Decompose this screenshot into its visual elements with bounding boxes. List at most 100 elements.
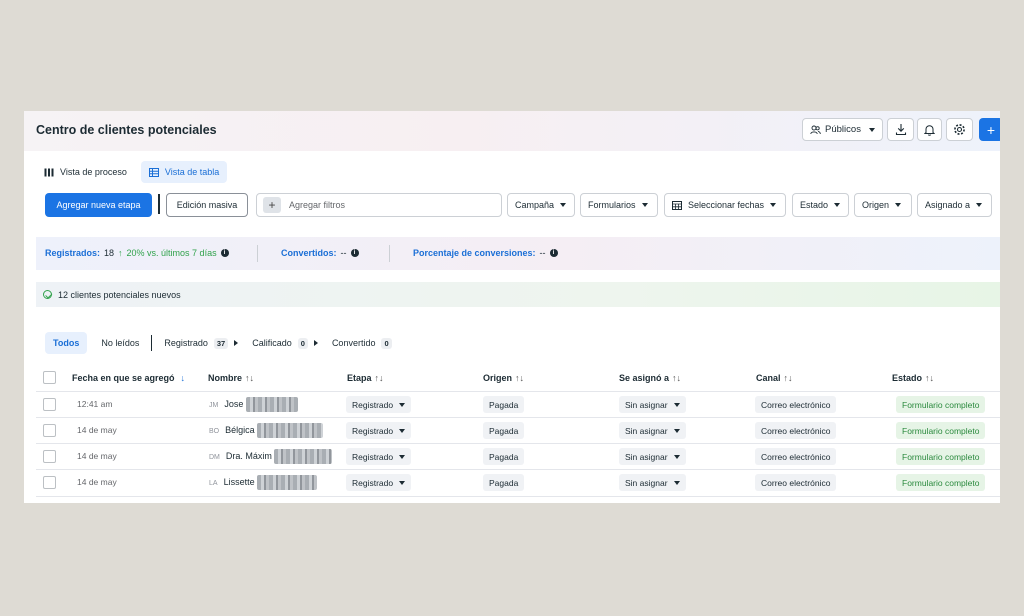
redacted-name-blur bbox=[257, 423, 324, 438]
tabs-divider bbox=[151, 335, 153, 351]
settings-button[interactable] bbox=[946, 118, 973, 141]
assignee-select[interactable]: Sin asignar bbox=[619, 396, 686, 413]
stage-select[interactable]: Registrado bbox=[346, 448, 412, 465]
tab-stage-qualified[interactable]: Calificado 0 bbox=[252, 332, 308, 354]
column-stage[interactable]: Etapa ↑↓ bbox=[347, 373, 384, 383]
row-name[interactable]: BO Bélgica bbox=[209, 423, 324, 438]
channel-badge: Correo electrónico bbox=[755, 448, 837, 465]
date-range-dropdown[interactable]: Seleccionar fechas bbox=[664, 193, 786, 217]
tab-unread[interactable]: No leídos bbox=[93, 332, 147, 354]
chevron-down-icon bbox=[770, 203, 777, 207]
column-status[interactable]: Estado ↑↓ bbox=[892, 373, 934, 383]
assignee-value: Sin asignar bbox=[625, 425, 668, 436]
sort-icon[interactable]: ↑↓ bbox=[375, 373, 384, 383]
avatar: LA bbox=[209, 479, 218, 487]
campaign-dropdown[interactable]: Campaña bbox=[507, 193, 575, 217]
origin-badge: Pagada bbox=[483, 422, 525, 439]
tab-all[interactable]: Todos bbox=[45, 332, 88, 354]
download-button[interactable] bbox=[887, 118, 914, 141]
filter-placeholder: Agregar filtros bbox=[289, 200, 346, 210]
converted-stat: Convertidos: -- i bbox=[281, 248, 359, 258]
chevron-down-icon bbox=[399, 402, 406, 407]
bulk-edit-button[interactable]: Edición masiva bbox=[166, 193, 248, 217]
info-icon[interactable]: i bbox=[549, 249, 558, 257]
row-checkbox[interactable] bbox=[43, 450, 56, 463]
new-leads-text: 12 clientes potenciales nuevos bbox=[58, 289, 181, 300]
lead-name: Lissette bbox=[223, 476, 255, 487]
chevron-down-icon bbox=[399, 428, 406, 433]
gear-icon bbox=[954, 124, 965, 135]
lead-name: Dra. Máxim bbox=[225, 450, 272, 461]
row-name[interactable]: LA Lissette bbox=[209, 475, 318, 490]
sort-icon[interactable]: ↑↓ bbox=[245, 373, 254, 383]
chevron-down-icon bbox=[673, 402, 680, 407]
info-icon[interactable]: i bbox=[220, 249, 229, 257]
chevron-down-icon bbox=[399, 480, 406, 485]
sort-icon[interactable]: ↑↓ bbox=[784, 373, 793, 383]
column-name[interactable]: Nombre ↑↓ bbox=[208, 373, 254, 383]
forms-dropdown-label: Formularios bbox=[588, 200, 636, 210]
origin-badge: Pagada bbox=[483, 448, 525, 465]
redacted-name-blur bbox=[245, 397, 298, 412]
row-name[interactable]: JM Jose bbox=[209, 397, 298, 412]
status-dropdown[interactable]: Estado bbox=[792, 193, 849, 217]
chevron-down-icon bbox=[673, 454, 680, 459]
assignee-select[interactable]: Sin asignar bbox=[619, 422, 686, 439]
column-assigned[interactable]: Se asignó a ↑↓ bbox=[619, 373, 681, 383]
registered-change: 20% vs. últimos 7 días bbox=[126, 248, 217, 258]
info-icon[interactable]: i bbox=[350, 249, 359, 257]
tab-stage-registered[interactable]: Registrado 37 bbox=[160, 332, 229, 354]
row-name[interactable]: DM Dra. Máxim bbox=[209, 449, 333, 464]
notifications-button[interactable] bbox=[917, 118, 942, 141]
assignee-select[interactable]: Sin asignar bbox=[619, 474, 686, 491]
stage-label: Calificado bbox=[252, 338, 292, 348]
sort-icon[interactable]: ↑↓ bbox=[925, 373, 934, 383]
column-channel-label: Canal bbox=[756, 373, 781, 383]
select-all-checkbox[interactable] bbox=[43, 371, 56, 384]
stage-select[interactable]: Registrado bbox=[346, 396, 412, 413]
tab-stage-converted[interactable]: Convertido 0 bbox=[332, 332, 392, 354]
row-date: 14 de may bbox=[77, 477, 117, 487]
origin-badge: Pagada bbox=[483, 474, 525, 491]
row-checkbox[interactable] bbox=[43, 476, 56, 489]
filter-input[interactable]: + Agregar filtros bbox=[256, 193, 502, 217]
view-switcher: Vista de proceso Vista de tabla bbox=[36, 161, 228, 183]
avatar: JM bbox=[209, 401, 219, 409]
stage-select[interactable]: Registrado bbox=[346, 474, 412, 491]
origin-dropdown-label: Origen bbox=[862, 200, 890, 210]
redacted-name-blur bbox=[257, 475, 318, 490]
column-channel[interactable]: Canal ↑↓ bbox=[756, 373, 793, 383]
origin-dropdown[interactable]: Origen bbox=[854, 193, 912, 217]
forms-dropdown[interactable]: Formularios bbox=[580, 193, 658, 217]
row-checkbox[interactable] bbox=[43, 424, 56, 437]
tab-process-view[interactable]: Vista de proceso bbox=[36, 161, 135, 183]
table-bottom-divider bbox=[36, 496, 1000, 497]
table-row[interactable]: 14 de may DM Dra. Máxim Registrado Pagada… bbox=[36, 443, 1000, 469]
table-row[interactable]: 12:41 am JM Jose Registrado Pagada Sin as… bbox=[36, 391, 1000, 417]
sort-icon[interactable]: ↑↓ bbox=[672, 373, 681, 383]
tab-table-view[interactable]: Vista de tabla bbox=[140, 161, 228, 183]
stage-label: Convertido bbox=[331, 338, 376, 348]
assigned-dropdown[interactable]: Asignado a bbox=[917, 193, 992, 217]
add-filter-icon[interactable]: + bbox=[263, 197, 281, 213]
chevron-down-icon bbox=[673, 428, 680, 433]
tab-process-view-label: Vista de proceso bbox=[60, 167, 127, 177]
assignee-select[interactable]: Sin asignar bbox=[619, 448, 686, 465]
channel-badge: Correo electrónico bbox=[755, 396, 837, 413]
arrow-right-icon bbox=[234, 340, 239, 346]
column-date[interactable]: Fecha en que se agregó ↓ bbox=[72, 373, 185, 383]
converted-value: -- bbox=[340, 248, 347, 258]
converted-label: Convertidos: bbox=[281, 248, 337, 258]
sort-icon[interactable]: ↑↓ bbox=[515, 373, 524, 383]
audiences-button[interactable]: Públicos bbox=[802, 118, 883, 141]
column-origin[interactable]: Origen ↑↓ bbox=[483, 373, 524, 383]
add-stage-button[interactable]: Agregar nueva etapa bbox=[45, 193, 152, 217]
chevron-down-icon bbox=[868, 127, 875, 132]
sort-desc-icon[interactable]: ↓ bbox=[181, 373, 186, 383]
add-button[interactable]: + bbox=[979, 118, 1000, 141]
table-row[interactable]: 14 de may BO Bélgica Registrado Pagada Si… bbox=[36, 417, 1000, 443]
lead-name: Bélgica bbox=[225, 424, 255, 435]
stage-select[interactable]: Registrado bbox=[346, 422, 412, 439]
row-checkbox[interactable] bbox=[43, 398, 56, 411]
table-row[interactable]: 14 de may LA Lissette Registrado Pagada S… bbox=[36, 469, 1000, 495]
